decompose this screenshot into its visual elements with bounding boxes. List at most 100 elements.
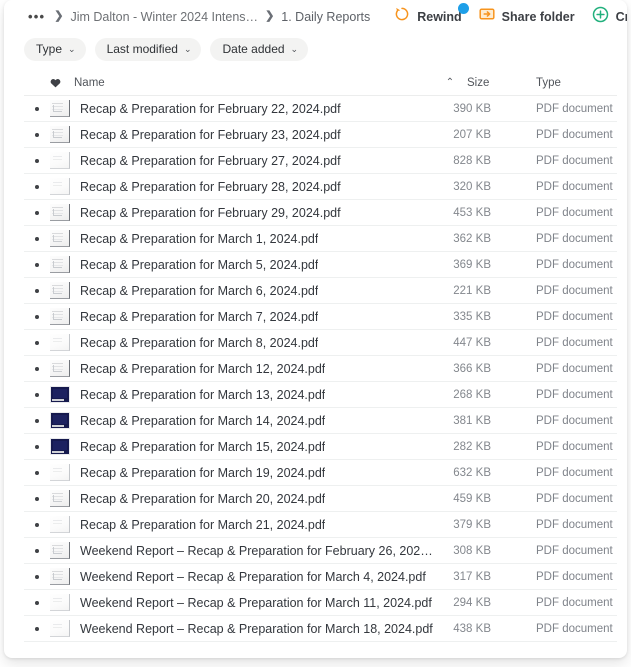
row-status-dot-icon [24, 496, 50, 501]
filter-type[interactable]: Type ⌄ [24, 37, 86, 61]
column-header-name-label: Name [74, 77, 105, 89]
table-row[interactable]: Recap & Preparation for February 29, 202… [24, 200, 617, 226]
row-status-dot-icon [24, 132, 50, 137]
file-name-cell[interactable]: Weekend Report – Recap & Preparation for… [24, 542, 433, 559]
column-header-type[interactable]: Type [525, 77, 617, 89]
file-name-cell[interactable]: Weekend Report – Recap & Preparation for… [24, 620, 433, 637]
file-name-cell[interactable]: Recap & Preparation for March 6, 2024.pd… [24, 282, 433, 299]
table-row[interactable]: Recap & Preparation for March 13, 2024.p… [24, 382, 617, 408]
filter-last-modified[interactable]: Last modified ⌄ [94, 37, 202, 61]
file-name-cell[interactable]: Recap & Preparation for February 28, 202… [24, 178, 433, 195]
file-thumbnail-icon [50, 412, 70, 429]
row-status-dot-icon [24, 574, 50, 579]
file-name-cell[interactable]: Weekend Report – Recap & Preparation for… [24, 594, 433, 611]
table-row[interactable]: Recap & Preparation for March 20, 2024.p… [24, 486, 617, 512]
row-status-dot-icon [24, 262, 50, 267]
file-name-cell[interactable]: Recap & Preparation for February 22, 202… [24, 100, 433, 117]
file-name-cell[interactable]: Recap & Preparation for March 13, 2024.p… [24, 386, 433, 403]
file-type-cell: PDF document [536, 258, 613, 271]
column-header-size[interactable]: Size [467, 77, 525, 89]
create-button[interactable]: Creat [592, 6, 627, 28]
file-name-label: Recap & Preparation for March 7, 2024.pd… [80, 309, 319, 324]
file-type-cell: PDF document [536, 128, 613, 141]
file-type-cell: PDF document [536, 102, 613, 115]
row-status-dot-icon [24, 392, 50, 397]
file-name-cell[interactable]: Recap & Preparation for February 23, 202… [24, 126, 433, 143]
file-name-label: Recap & Preparation for March 8, 2024.pd… [80, 335, 319, 350]
file-name-cell[interactable]: Weekend Report – Recap & Preparation for… [24, 568, 433, 585]
file-name-cell[interactable]: Recap & Preparation for March 8, 2024.pd… [24, 334, 433, 351]
file-name-label: Weekend Report – Recap & Preparation for… [80, 595, 432, 610]
filter-bar: Type ⌄ Last modified ⌄ Date added ⌄ [4, 33, 627, 65]
file-name-cell[interactable]: Recap & Preparation for March 7, 2024.pd… [24, 308, 433, 325]
table-row[interactable]: Recap & Preparation for March 21, 2024.p… [24, 512, 617, 538]
file-thumbnail-icon [50, 230, 70, 247]
breadcrumb-item-current[interactable]: 1. Daily Reports [281, 10, 370, 24]
file-name-cell[interactable]: Recap & Preparation for March 1, 2024.pd… [24, 230, 433, 247]
file-name-label: Recap & Preparation for March 14, 2024.p… [80, 413, 326, 428]
file-thumbnail-icon [50, 152, 70, 169]
table-row[interactable]: Recap & Preparation for February 22, 202… [24, 96, 617, 122]
table-row[interactable]: Recap & Preparation for March 19, 2024.p… [24, 460, 617, 486]
file-name-cell[interactable]: Recap & Preparation for March 20, 2024.p… [24, 490, 433, 507]
file-thumbnail-icon [50, 256, 70, 273]
file-name-label: Recap & Preparation for March 19, 2024.p… [80, 465, 326, 480]
table-row[interactable]: Recap & Preparation for March 6, 2024.pd… [24, 278, 617, 304]
file-type-cell: PDF document [536, 466, 613, 479]
file-thumbnail-icon [50, 620, 70, 637]
breadcrumb-overflow-button[interactable]: ••• [26, 10, 47, 23]
top-toolbar: ••• ❯ Jim Dalton - Winter 2024 Intens… ❯… [4, 0, 627, 33]
breadcrumb-item-parent[interactable]: Jim Dalton - Winter 2024 Intens… [70, 10, 258, 24]
file-type-cell: PDF document [536, 336, 613, 349]
sort-ascending-icon[interactable]: ⌃ [433, 78, 467, 88]
table-row[interactable]: Recap & Preparation for March 8, 2024.pd… [24, 330, 617, 356]
file-type-cell: PDF document [536, 206, 613, 219]
table-row[interactable]: Weekend Report – Recap & Preparation for… [24, 590, 617, 616]
rewind-notification-badge [457, 3, 469, 14]
heart-icon[interactable] [50, 78, 61, 88]
table-row[interactable]: Recap & Preparation for February 27, 202… [24, 148, 617, 174]
table-row[interactable]: Recap & Preparation for March 14, 2024.p… [24, 408, 617, 434]
file-thumbnail-icon [50, 308, 70, 325]
table-row[interactable]: Weekend Report – Recap & Preparation for… [24, 616, 617, 642]
create-label: Creat [615, 9, 627, 24]
breadcrumb-separator-icon: ❯ [265, 10, 275, 22]
table-row[interactable]: Recap & Preparation for March 12, 2024.p… [24, 356, 617, 382]
file-name-cell[interactable]: Recap & Preparation for March 5, 2024.pd… [24, 256, 433, 273]
file-size-cell: 379 KB [453, 518, 491, 531]
file-size-cell: 317 KB [453, 570, 491, 583]
file-name-cell[interactable]: Recap & Preparation for March 19, 2024.p… [24, 464, 433, 481]
breadcrumb: ••• ❯ Jim Dalton - Winter 2024 Intens… ❯… [26, 10, 370, 24]
file-type-cell: PDF document [536, 154, 613, 167]
column-header-name[interactable]: Name [24, 77, 433, 89]
share-folder-button[interactable]: Share folder [479, 6, 575, 27]
file-name-cell[interactable]: Recap & Preparation for February 29, 202… [24, 204, 433, 221]
table-row[interactable]: Weekend Report – Recap & Preparation for… [24, 538, 617, 564]
table-row[interactable]: Recap & Preparation for February 28, 202… [24, 174, 617, 200]
file-name-cell[interactable]: Recap & Preparation for March 14, 2024.p… [24, 412, 433, 429]
file-thumbnail-icon [50, 542, 70, 559]
plus-circle-icon [592, 6, 609, 28]
file-name-cell[interactable]: Recap & Preparation for March 15, 2024.p… [24, 438, 433, 455]
table-row[interactable]: Recap & Preparation for March 1, 2024.pd… [24, 226, 617, 252]
rewind-button[interactable]: Rewind [394, 3, 469, 27]
table-row[interactable]: Recap & Preparation for March 5, 2024.pd… [24, 252, 617, 278]
table-row[interactable]: Recap & Preparation for March 15, 2024.p… [24, 434, 617, 460]
file-type-cell: PDF document [536, 284, 613, 297]
file-name-cell[interactable]: Recap & Preparation for February 27, 202… [24, 152, 433, 169]
file-name-label: Recap & Preparation for March 13, 2024.p… [80, 387, 326, 402]
file-size-cell: 335 KB [453, 310, 491, 323]
file-thumbnail-icon [50, 334, 70, 351]
table-row[interactable]: Recap & Preparation for March 7, 2024.pd… [24, 304, 617, 330]
file-type-cell: PDF document [536, 232, 613, 245]
file-name-cell[interactable]: Recap & Preparation for March 21, 2024.p… [24, 516, 433, 533]
table-row[interactable]: Recap & Preparation for February 23, 202… [24, 122, 617, 148]
file-type-cell: PDF document [536, 518, 613, 531]
rewind-label: Rewind [417, 9, 462, 24]
filter-date-added[interactable]: Date added ⌄ [210, 37, 309, 61]
file-thumbnail-icon [50, 282, 70, 299]
file-name-label: Recap & Preparation for March 1, 2024.pd… [80, 231, 319, 246]
file-name-cell[interactable]: Recap & Preparation for March 12, 2024.p… [24, 360, 433, 377]
file-name-label: Recap & Preparation for February 28, 202… [80, 179, 341, 194]
table-row[interactable]: Weekend Report – Recap & Preparation for… [24, 564, 617, 590]
